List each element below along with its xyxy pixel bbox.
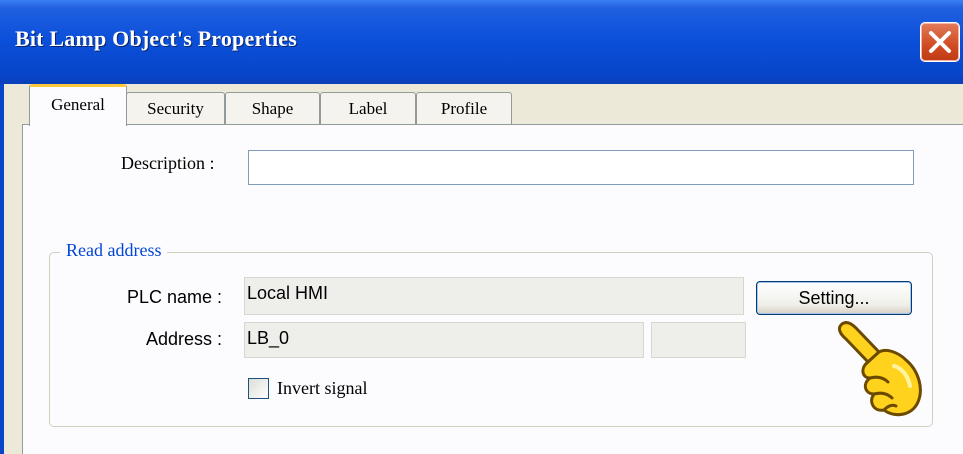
tab-shape[interactable]: Shape	[225, 92, 320, 124]
setting-button[interactable]: Setting...	[756, 281, 912, 315]
tab-label: Shape	[251, 99, 294, 118]
invert-signal-checkbox[interactable]	[248, 378, 269, 399]
title-bar[interactable]: Bit Lamp Object's Properties	[0, 0, 963, 84]
pointing-hand-icon	[837, 321, 922, 417]
close-icon	[929, 31, 951, 53]
invert-signal-label: Invert signal	[277, 378, 368, 398]
tab-security[interactable]: Security	[126, 92, 225, 124]
plc-name-label: PLC name :	[127, 287, 223, 307]
read-address-title: Read address	[60, 240, 168, 261]
description-field[interactable]	[248, 150, 914, 185]
close-button[interactable]	[920, 22, 960, 62]
description-label: Description :	[121, 153, 215, 173]
tab-label: Label	[348, 99, 388, 118]
dialog-title: Bit Lamp Object's Properties	[15, 26, 297, 51]
tab-label: Security	[147, 99, 204, 118]
plc-name-value: Local HMI	[247, 283, 329, 303]
tab-general[interactable]: General	[29, 84, 127, 126]
address-label: Address :	[146, 329, 223, 349]
address-field[interactable]: LB_0	[244, 322, 644, 358]
plc-name-field: Local HMI	[244, 277, 744, 315]
window-frame	[0, 84, 4, 454]
tab-label: Profile	[440, 99, 488, 118]
address-extra-field[interactable]	[651, 322, 746, 358]
tab-label[interactable]: Label	[320, 92, 416, 124]
address-value: LB_0	[247, 328, 290, 348]
tab-label: General	[51, 95, 105, 114]
setting-button-label: Setting...	[798, 288, 870, 308]
tab-profile[interactable]: Profile	[416, 92, 512, 124]
properties-dialog: Bit Lamp Object's Properties General Sec…	[0, 0, 963, 454]
